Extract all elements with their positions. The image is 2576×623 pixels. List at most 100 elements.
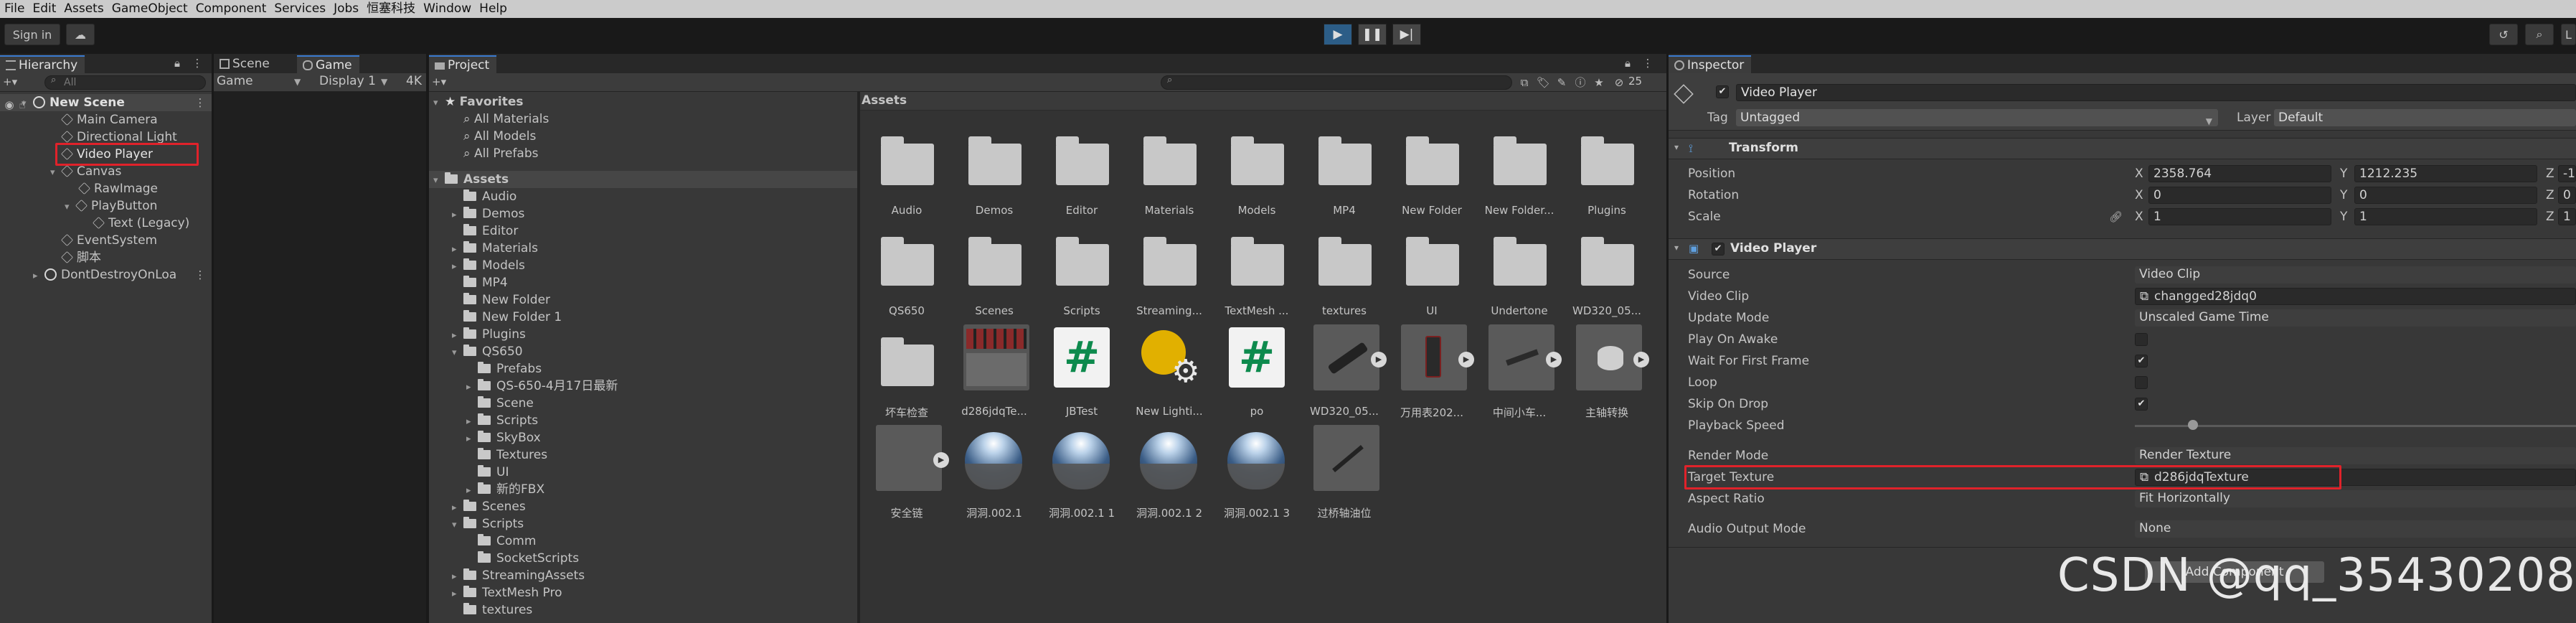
pickable-icon[interactable]: ☝	[16, 98, 29, 111]
favorite-item[interactable]: ⌕ All Materials	[463, 111, 549, 128]
asset-model[interactable]: ▶ 主轴转换	[1567, 324, 1649, 425]
tree-folder[interactable]: textures	[463, 601, 532, 619]
history-icon[interactable]: ↺	[2489, 24, 2518, 45]
game-view-dropdown[interactable]: Game	[217, 74, 253, 88]
asset-folder[interactable]: QS650	[867, 224, 946, 324]
playback-speed-slider[interactable]	[2135, 425, 2576, 427]
tab-game[interactable]: Game	[297, 55, 359, 73]
tree-folder[interactable]: Prefabs	[478, 360, 542, 378]
scale-z-field[interactable]: 1	[2558, 208, 2576, 225]
tree-assets-root[interactable]: ▾ Assets	[429, 171, 857, 188]
hierarchy-search[interactable]: ⌕ All	[44, 75, 206, 90]
lock-icon[interactable]: 🔒︎	[171, 57, 184, 70]
tree-folder[interactable]: SocketScripts	[478, 550, 579, 567]
component-enabled-checkbox[interactable]: ✔	[1712, 243, 1725, 256]
hierarchy-item-text-legacy[interactable]: Text (Legacy)	[0, 215, 189, 232]
menu-help[interactable]: Help	[475, 0, 511, 17]
menu-edit[interactable]: Edit	[28, 0, 60, 17]
scale-x-field[interactable]: 1	[2148, 208, 2331, 225]
favorite-item[interactable]: ⌕ All Prefabs	[463, 145, 539, 162]
update-mode-dropdown[interactable]: Unscaled Game Time	[2135, 309, 2576, 327]
tab-hierarchy[interactable]: Hierarchy	[0, 55, 85, 73]
asset-folder[interactable]: WD320_05...	[1567, 224, 1646, 324]
layers-dropdown[interactable]: L	[2561, 24, 2576, 45]
tree-folder[interactable]: ▸ StreamingAssets	[452, 567, 585, 584]
transform-header[interactable]: ▾ ⟟ Transform	[1669, 138, 2576, 159]
search-by-label-icon[interactable]: 🏷︎	[1537, 76, 1550, 89]
tree-folder[interactable]: ▸ Scenes	[452, 498, 526, 515]
hidden-eye-icon[interactable]: ⊘	[1611, 76, 1627, 89]
tree-folder[interactable]: ▸ 新的FBX	[466, 481, 544, 498]
project-search[interactable]: ⌕	[1161, 75, 1512, 90]
resolution-dropdown[interactable]: 4K	[406, 74, 422, 88]
video-player-header[interactable]: ▾ ▣ ✔ Video Player	[1669, 238, 2576, 260]
asset-folder[interactable]: Demos	[955, 123, 1034, 224]
tab-inspector[interactable]: Inspector	[1669, 55, 1752, 73]
tree-folder[interactable]: ▸ TextMesh Pro	[452, 584, 562, 601]
asset-folder[interactable]: Audio	[867, 123, 946, 224]
asset-script[interactable]: # JBTest	[1042, 324, 1121, 425]
loop-checkbox[interactable]	[2135, 376, 2148, 389]
asset-folder[interactable]: New Folder	[1392, 123, 1471, 224]
asset-lighting-settings[interactable]: ⚙ New Lighti...	[1130, 324, 1209, 425]
asset-model[interactable]: 过桥轴油位	[1305, 425, 1384, 525]
hierarchy-scene-row[interactable]: ▾ New Scene ⋮	[0, 94, 212, 111]
asset-folder[interactable]: textures	[1305, 224, 1384, 324]
tree-folder[interactable]: Scene	[478, 395, 534, 412]
hidden-packages-icon[interactable]: ✎	[1555, 76, 1568, 89]
asset-folder[interactable]: Models	[1217, 123, 1296, 224]
asset-folder[interactable]: Scenes	[955, 224, 1034, 324]
tab-scene[interactable]: Scene	[214, 55, 277, 73]
wait-first-frame-checkbox[interactable]: ✔	[2135, 355, 2148, 367]
asset-folder[interactable]: New Folder...	[1480, 123, 1559, 224]
hierarchy-item-eventsystem[interactable]: EventSystem	[0, 232, 157, 249]
asset-script[interactable]: # po	[1217, 324, 1296, 425]
asset-model[interactable]: ▶ 安全链	[867, 425, 949, 525]
play-preview-icon[interactable]: ▶	[1371, 352, 1387, 367]
asset-folder[interactable]: 坏车检查	[867, 324, 946, 425]
asset-folder[interactable]: Scripts	[1042, 224, 1121, 324]
object-name-field[interactable]: Video Player	[1736, 84, 2576, 101]
star-icon[interactable]: ★	[1593, 76, 1605, 89]
tree-folder[interactable]: ▾ QS650	[452, 343, 523, 360]
video-clip-field[interactable]: ⧉ changged28jdq0	[2135, 288, 2576, 305]
tree-folder[interactable]: ▾ Scripts	[452, 515, 524, 533]
asset-model[interactable]: ▶ WD320_05...	[1305, 324, 1387, 425]
asset-material[interactable]: 洞洞.002.1 1	[1042, 425, 1121, 525]
asset-folder[interactable]: UI	[1392, 224, 1471, 324]
hierarchy-dontdestroy-row[interactable]: ▸ DontDestroyOnLoa ⋮	[0, 266, 212, 284]
audio-output-dropdown[interactable]: None	[2135, 520, 2576, 538]
menu-assets[interactable]: Assets	[60, 0, 107, 17]
asset-model[interactable]: ▶ 中间小车...	[1480, 324, 1562, 425]
lock-icon[interactable]: 🔒︎	[1621, 57, 1634, 70]
tree-folder[interactable]: Audio	[463, 188, 516, 205]
favorites-header[interactable]: ▾ ★ Favorites	[433, 93, 524, 111]
rotation-z-field[interactable]: 0	[2558, 187, 2576, 204]
asset-folder[interactable]: Materials	[1130, 123, 1209, 224]
play-preview-icon[interactable]: ▶	[1458, 352, 1474, 367]
tree-folder[interactable]: ▸ Models	[452, 257, 525, 274]
hierarchy-item-playbutton[interactable]: ▾ PlayButton	[0, 197, 157, 215]
position-y-field[interactable]: 1212.235	[2354, 165, 2537, 182]
tree-folder[interactable]: Editor	[463, 222, 518, 240]
search-by-type-icon[interactable]: ⧉	[1518, 76, 1531, 89]
menu-company[interactable]: 恒塞科技	[362, 0, 419, 17]
tree-folder[interactable]: ▸ QS-650-4月17日最新	[466, 378, 618, 395]
sign-in-button[interactable]: Sign in	[4, 24, 60, 45]
breadcrumb[interactable]: Assets	[862, 93, 907, 108]
play-button[interactable]: ▶	[1324, 24, 1352, 45]
menu-jobs[interactable]: Jobs	[329, 0, 362, 17]
playback-speed-slider-thumb[interactable]	[2188, 420, 2198, 430]
visibility-eye-icon[interactable]: ◉	[3, 98, 16, 111]
tree-folder[interactable]: MP4	[463, 274, 508, 291]
object-active-checkbox[interactable]: ✔	[1716, 85, 1729, 98]
rotation-y-field[interactable]: 0	[2354, 187, 2537, 204]
cloud-icon[interactable]: ☁	[66, 24, 95, 45]
asset-material[interactable]: 洞洞.002.1	[955, 425, 1034, 525]
asset-folder[interactable]: TextMesh ...	[1217, 224, 1296, 324]
link-icon[interactable]: 🔗︎	[2109, 210, 2123, 223]
tree-folder[interactable]: UI	[478, 464, 509, 481]
skip-on-drop-checkbox[interactable]: ✔	[2135, 398, 2148, 411]
menu-component[interactable]: Component	[192, 0, 270, 17]
tree-folder[interactable]: ▸ Plugins	[452, 326, 526, 343]
